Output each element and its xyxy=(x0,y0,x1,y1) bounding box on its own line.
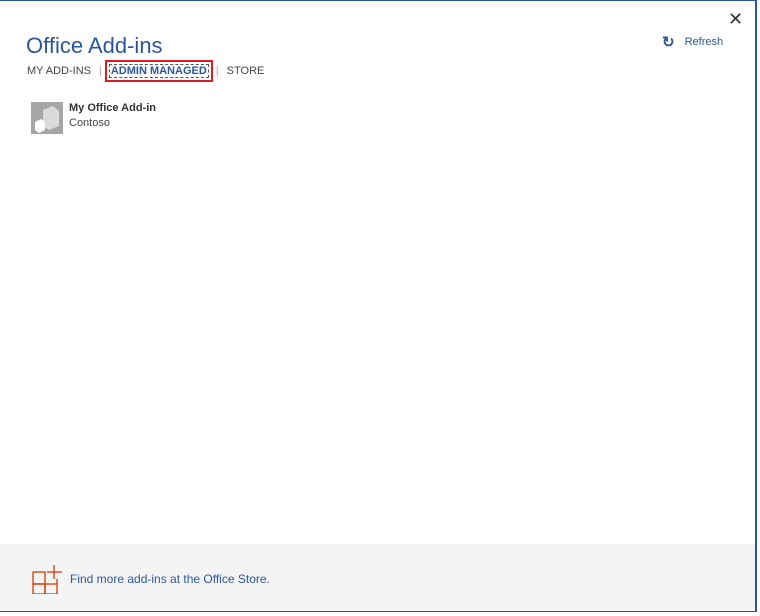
tab-separator: | xyxy=(215,65,219,77)
footer: Find more add-ins at the Office Store. xyxy=(0,544,755,611)
addin-list-item[interactable]: My Office Add-in Contoso xyxy=(31,102,156,134)
tab-store[interactable]: STORE xyxy=(227,65,265,77)
refresh-button[interactable]: ↻ Refresh xyxy=(662,33,723,51)
close-button[interactable]: ✕ xyxy=(728,9,743,30)
dialog-title: Office Add-ins xyxy=(26,33,163,58)
store-add-icon xyxy=(32,565,62,594)
addin-icon xyxy=(31,102,63,134)
tab-bar: MY ADD-INS | ADMIN MANAGED | STORE xyxy=(27,64,265,78)
tab-my-add-ins[interactable]: MY ADD-INS xyxy=(27,65,91,77)
office-store-link-label: Find more add-ins at the Office Store. xyxy=(70,572,270,586)
addin-name: My Office Add-in xyxy=(69,102,156,114)
office-store-link[interactable]: Find more add-ins at the Office Store. xyxy=(32,564,270,594)
refresh-label: Refresh xyxy=(684,36,724,48)
addin-publisher: Contoso xyxy=(69,117,110,129)
tab-admin-managed[interactable]: ADMIN MANAGED xyxy=(108,64,209,78)
tab-separator: | xyxy=(98,65,102,77)
close-icon: ✕ xyxy=(728,9,744,29)
office-addins-dialog: ✕ ↻ Refresh Office Add-ins MY ADD-INS | … xyxy=(0,0,757,612)
refresh-icon: ↻ xyxy=(662,34,675,51)
